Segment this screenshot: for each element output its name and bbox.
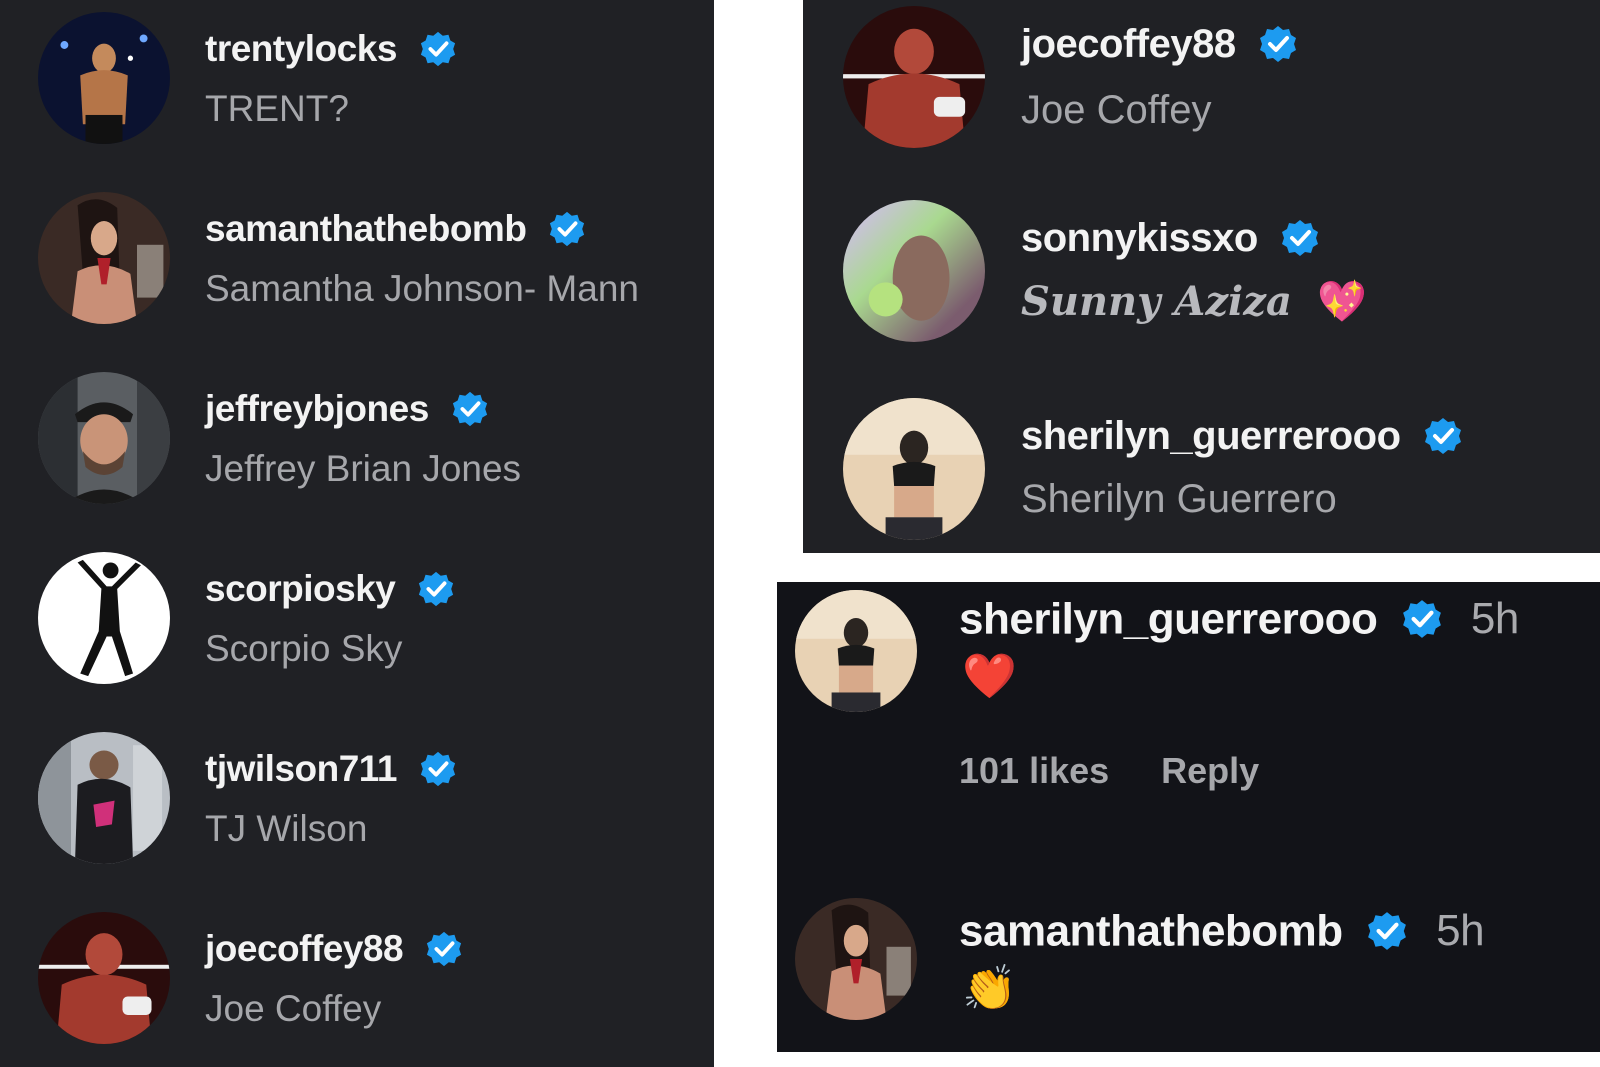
avatar[interactable] [843,398,985,540]
verified-badge-icon [451,390,489,428]
verified-badge-icon [1366,910,1408,952]
full-name: Samantha Johnson- Mann [205,268,639,309]
account-row[interactable]: trentylocks TRENT? [0,0,714,180]
avatar[interactable] [38,12,170,144]
full-name-line: Sunny Aziza 💖 [1021,278,1367,325]
likes-count[interactable]: 101 likes [959,750,1109,791]
username-line: jeffreybjones [205,386,489,430]
account-row[interactable]: samanthathebomb Samantha Johnson- Mann [0,180,714,360]
avatar[interactable] [795,590,917,712]
verified-badge-icon [1280,218,1320,258]
suggested-accounts-list: trentylocks TRENT? samanthathebomb Saman… [0,0,714,1067]
full-name: Joe Coffey [205,988,382,1029]
username-link[interactable]: sherilyn_guerrerooo [1021,414,1401,458]
comment-timestamp: 5h [1470,594,1519,644]
username-line: tjwilson711 [205,746,457,790]
verified-badge-icon [1423,416,1463,456]
full-name: Joe Coffey [1021,88,1212,132]
username-line: joecoffey88 [205,926,463,970]
comment: sherilyn_guerrerooo 5h ❤️ 101 likes Repl… [777,582,1600,882]
username-link[interactable]: samanthathebomb [205,208,527,249]
comment: samanthathebomb 5h 👏 [777,882,1600,1052]
full-name: TRENT? [205,88,349,129]
username-link[interactable]: sonnykissxo [1021,216,1258,260]
username-link[interactable]: sherilyn_guerrerooo [959,594,1378,643]
comment-header: sherilyn_guerrerooo 5h [959,592,1519,644]
account-row[interactable]: joecoffey88 Joe Coffey [803,0,1600,190]
avatar[interactable] [38,372,170,504]
likes-list: joecoffey88 Joe Coffey sonnykissxo Sunny… [803,0,1600,553]
verified-badge-icon [548,210,586,248]
verified-badge-icon [425,930,463,968]
full-name: Jeffrey Brian Jones [205,448,522,489]
comment-timestamp: 5h [1436,906,1485,956]
verified-badge-icon [419,30,457,68]
avatar[interactable] [38,912,170,1044]
comments-section: sherilyn_guerrerooo 5h ❤️ 101 likes Repl… [777,582,1600,1052]
username-line: scorpiosky [205,566,455,610]
avatar[interactable] [843,200,985,342]
account-row[interactable]: tjwilson711 TJ Wilson [0,720,714,900]
verified-badge-icon [417,570,455,608]
avatar[interactable] [38,192,170,324]
verified-badge-icon [1258,24,1298,64]
username-link[interactable]: scorpiosky [205,568,396,609]
comment-header: samanthathebomb 5h [959,904,1485,956]
username-link[interactable]: joecoffey88 [205,928,404,969]
account-row[interactable]: jeffreybjones Jeffrey Brian Jones [0,360,714,540]
account-row[interactable]: sonnykissxo Sunny Aziza 💖 [803,196,1600,386]
full-name: Scorpio Sky [205,628,403,669]
username-line: sonnykissxo [1021,214,1320,261]
username-line: joecoffey88 [1021,20,1298,67]
username-line: samanthathebomb [205,206,586,250]
username-line: trentylocks [205,26,457,70]
full-name: Sunny Aziza [1021,278,1292,325]
comment-actions: 101 likes Reply [959,750,1301,792]
username-link[interactable]: joecoffey88 [1021,22,1236,66]
username-line: sherilyn_guerrerooo [1021,412,1463,459]
full-name: TJ Wilson [205,808,368,849]
verified-badge-icon [1401,598,1443,640]
avatar[interactable] [843,6,985,148]
full-name: Sherilyn Guerrero [1021,477,1337,521]
username-link[interactable]: tjwilson711 [205,748,397,789]
avatar[interactable] [795,898,917,1020]
sparkling-heart-icon: 💖 [1317,280,1367,324]
account-row[interactable]: sherilyn_guerrerooo Sherilyn Guerrero [803,392,1600,553]
clapping-hands-icon: 👏 [962,964,1017,1013]
account-row[interactable]: scorpiosky Scorpio Sky [0,540,714,720]
account-row[interactable]: joecoffey88 Joe Coffey [0,900,714,1067]
avatar[interactable] [38,732,170,864]
username-link[interactable]: samanthathebomb [959,906,1343,955]
username-link[interactable]: trentylocks [205,28,397,69]
heart-icon: ❤️ [962,652,1017,701]
avatar[interactable] [38,552,170,684]
verified-badge-icon [419,750,457,788]
username-link[interactable]: jeffreybjones [205,388,429,429]
reply-button[interactable]: Reply [1161,750,1259,791]
